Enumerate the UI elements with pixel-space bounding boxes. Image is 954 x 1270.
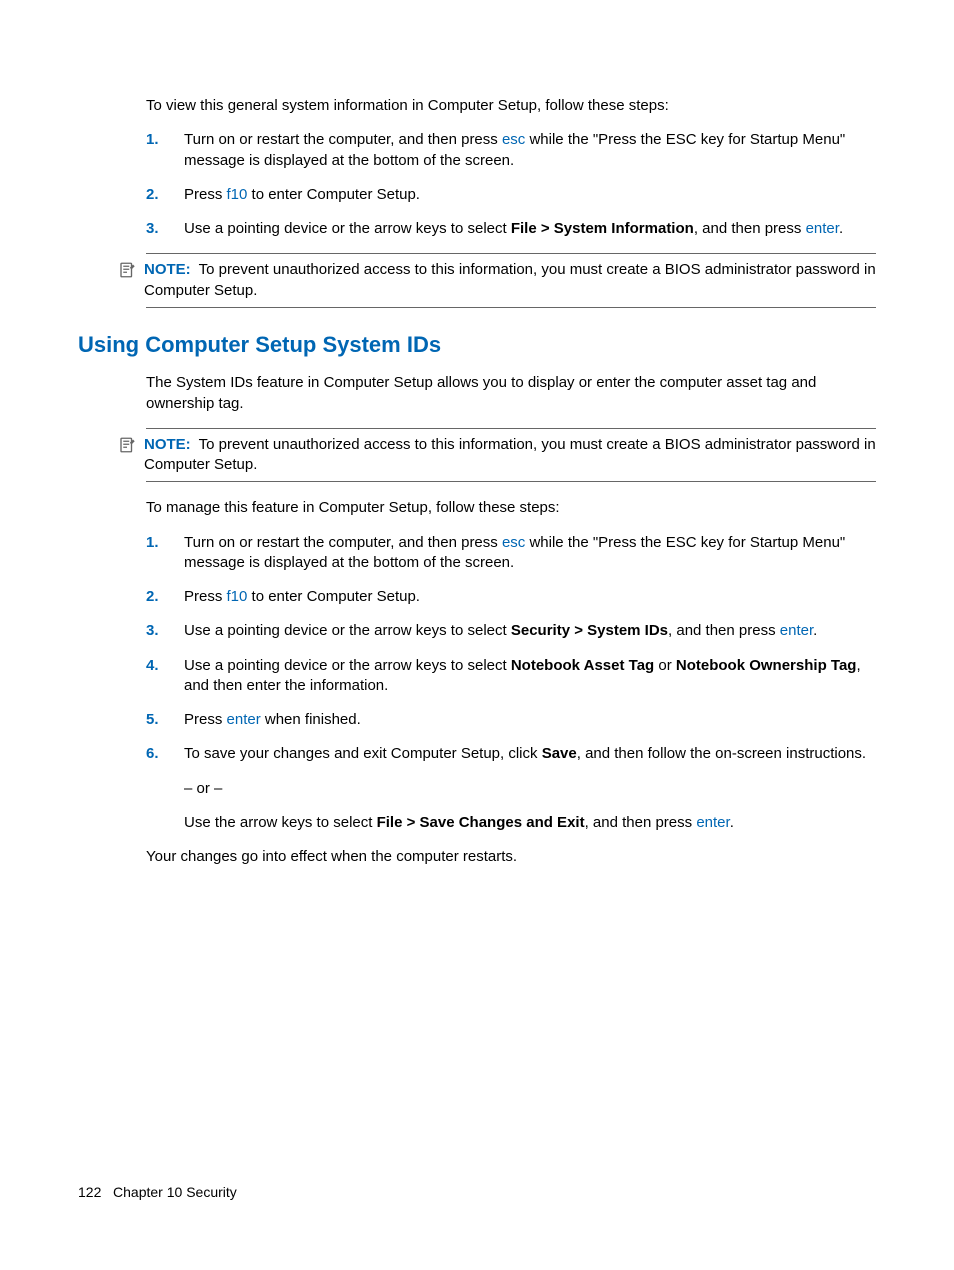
step-2-2: 2. Press f10 to enter Computer Setup. — [146, 587, 876, 607]
step-2-1: 1. Turn on or restart the computer, and … — [146, 533, 876, 574]
step-2-4: 4. Use a pointing device or the arrow ke… — [146, 656, 876, 697]
step-text: Use a pointing device or the arrow keys … — [184, 219, 876, 239]
step-1-2: 2. Press f10 to enter Computer Setup. — [146, 185, 876, 205]
step-number: 1. — [146, 130, 184, 171]
keycap-enter: enter — [806, 220, 839, 237]
keycap-f10: f10 — [227, 186, 248, 203]
alt-instruction: Use the arrow keys to select File > Save… — [184, 813, 876, 833]
note-icon — [118, 261, 136, 279]
keycap-enter: enter — [780, 622, 813, 639]
intro-paragraph-3: To manage this feature in Computer Setup… — [146, 498, 876, 518]
page-footer: 122 Chapter 10 Security — [78, 1183, 237, 1202]
note-text: NOTE:To prevent unauthorized access to t… — [144, 260, 876, 301]
step-text: Use a pointing device or the arrow keys … — [184, 656, 876, 697]
page-content: To view this general system information … — [0, 0, 954, 921]
step-text: Use a pointing device or the arrow keys … — [184, 621, 876, 641]
page-number: 122 — [78, 1184, 101, 1200]
step-text: Press f10 to enter Computer Setup. — [184, 185, 876, 205]
note-block-1: NOTE:To prevent unauthorized access to t… — [146, 253, 876, 308]
note-label: NOTE: — [144, 261, 191, 278]
step-2-5: 5. Press enter when finished. — [146, 710, 876, 730]
or-separator: – or – — [184, 779, 876, 799]
step-number: 3. — [146, 219, 184, 239]
keycap-enter: enter — [696, 814, 729, 831]
step-text: Turn on or restart the computer, and the… — [184, 130, 876, 171]
step-text: Press f10 to enter Computer Setup. — [184, 587, 876, 607]
step-1-1: 1. Turn on or restart the computer, and … — [146, 130, 876, 171]
chapter-label: Chapter 10 Security — [113, 1184, 237, 1200]
step-number: 3. — [146, 621, 184, 641]
menu-path: File > Save Changes and Exit — [377, 814, 585, 831]
step-2-3: 3. Use a pointing device or the arrow ke… — [146, 621, 876, 641]
closing-paragraph: Your changes go into effect when the com… — [146, 847, 876, 867]
menu-path: File > System Information — [511, 220, 694, 237]
keycap-esc: esc — [502, 131, 525, 148]
note-text: NOTE:To prevent unauthorized access to t… — [144, 435, 876, 476]
keycap-esc: esc — [502, 534, 525, 551]
steps-list-1: 1. Turn on or restart the computer, and … — [146, 130, 876, 239]
menu-path: Security > System IDs — [511, 622, 668, 639]
keycap-enter: enter — [227, 711, 261, 728]
step-number: 5. — [146, 710, 184, 730]
step-text: To save your changes and exit Computer S… — [184, 744, 876, 833]
step-2-6: 6. To save your changes and exit Compute… — [146, 744, 876, 833]
step-number: 2. — [146, 185, 184, 205]
button-name: Save — [542, 745, 577, 762]
step-1-3: 3. Use a pointing device or the arrow ke… — [146, 219, 876, 239]
intro-paragraph-1: To view this general system information … — [146, 96, 876, 116]
note-block-2: NOTE:To prevent unauthorized access to t… — [146, 428, 876, 483]
option-name: Notebook Ownership Tag — [676, 657, 857, 674]
note-label: NOTE: — [144, 436, 191, 453]
keycap-f10: f10 — [227, 588, 248, 605]
step-text: Turn on or restart the computer, and the… — [184, 533, 876, 574]
option-name: Notebook Asset Tag — [511, 657, 654, 674]
step-number: 6. — [146, 744, 184, 833]
step-number: 1. — [146, 533, 184, 574]
intro-paragraph-2: The System IDs feature in Computer Setup… — [146, 373, 876, 414]
note-icon — [118, 436, 136, 454]
step-number: 4. — [146, 656, 184, 697]
step-text: Press enter when finished. — [184, 710, 876, 730]
section-heading: Using Computer Setup System IDs — [78, 330, 876, 360]
steps-list-2: 1. Turn on or restart the computer, and … — [146, 533, 876, 834]
step-number: 2. — [146, 587, 184, 607]
